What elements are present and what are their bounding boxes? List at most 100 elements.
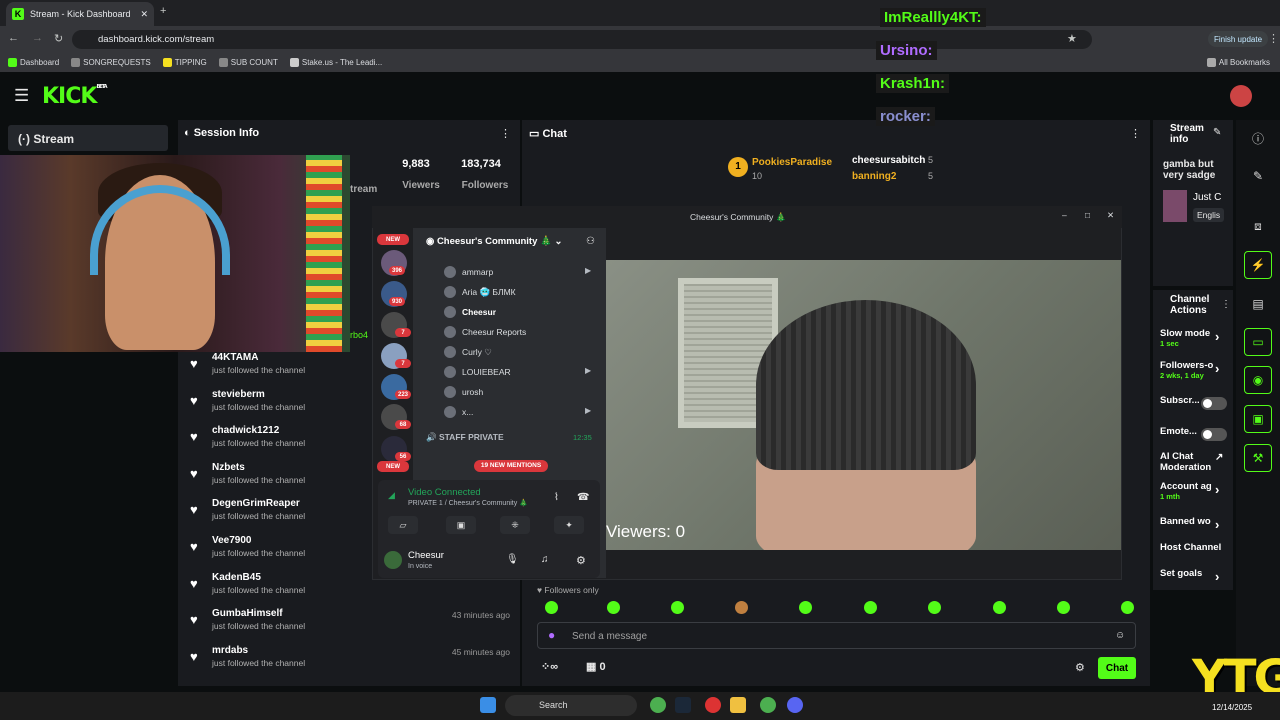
window-close-icon[interactable]: ✕	[1107, 210, 1114, 221]
voice-member[interactable]: Cheesur Reports	[444, 326, 526, 338]
emote-icon[interactable]	[993, 601, 1006, 614]
taskbar-search[interactable]: Search	[505, 695, 637, 716]
follower-name[interactable]: mrdabs	[212, 645, 248, 656]
soundboard-icon[interactable]: ✦	[554, 516, 584, 534]
chevron-right-icon[interactable]: ›	[1215, 569, 1219, 584]
follower-name[interactable]: GumbaHimself	[212, 608, 283, 619]
forward-icon[interactable]: →	[32, 32, 43, 44]
kick-logo[interactable]: KICKBETA	[42, 84, 108, 109]
leader-name-3[interactable]: banning2	[852, 171, 896, 182]
info-icon[interactable]: ⓘ	[1244, 124, 1272, 152]
broadcast-icon[interactable]: ◉	[1244, 366, 1272, 394]
bookmark-songrequests[interactable]: SONGREQUESTS	[71, 57, 151, 67]
session-menu-icon[interactable]: ⋮	[500, 127, 511, 140]
hamburger-menu-icon[interactable]: ☰	[14, 86, 29, 106]
camera-off-icon[interactable]: ▱	[388, 516, 418, 534]
headphones-icon[interactable]: ♫	[541, 554, 549, 565]
layout-icon[interactable]: ▣	[1244, 405, 1272, 433]
toggle-switch[interactable]	[1201, 428, 1227, 441]
bookmark-dashboard[interactable]: Dashboard	[8, 57, 59, 67]
lightning-icon[interactable]: ⚡	[1244, 251, 1272, 279]
actions-menu-icon[interactable]: ⋮	[1221, 299, 1231, 310]
new-tab-icon[interactable]: +	[160, 5, 166, 17]
menu-dots-icon[interactable]: ⋮	[1268, 32, 1279, 45]
discord-icon[interactable]	[787, 697, 803, 713]
user-settings-icon[interactable]: ⚙	[576, 554, 586, 567]
follower-name[interactable]: 44KTAMA	[212, 352, 258, 363]
disconnect-icon[interactable]: ☎	[577, 492, 589, 503]
all-bookmarks[interactable]: All Bookmarks	[1206, 57, 1270, 67]
pencil-icon[interactable]: ✎	[1244, 162, 1272, 190]
microphone-icon[interactable]: ●	[548, 628, 555, 642]
emote-icon[interactable]	[864, 601, 877, 614]
bookmark-star-icon[interactable]: ★	[1067, 32, 1077, 45]
voice-member[interactable]: ammarp	[444, 266, 493, 278]
emote-icon[interactable]	[1121, 601, 1134, 614]
voice-member[interactable]: urosh	[444, 386, 483, 398]
bookmark-tipping[interactable]: TIPPING	[162, 57, 207, 67]
file-explorer-icon[interactable]	[730, 697, 746, 713]
staff-private-channel[interactable]: 🔊 STAFF PRIVATE	[426, 432, 504, 443]
chrome-icon[interactable]	[650, 697, 666, 713]
voice-member[interactable]: Cheesur	[444, 306, 496, 318]
url-field[interactable]: dashboard.kick.com/stream	[72, 30, 1092, 49]
channel-action-item[interactable]: Host Channel	[1160, 542, 1230, 553]
follower-name[interactable]: Vee7900	[212, 535, 252, 546]
chat-menu-icon[interactable]: ⋮	[1130, 127, 1141, 140]
follower-name[interactable]: chadwick1212	[212, 425, 279, 436]
follower-name[interactable]: Nzbets	[212, 462, 245, 473]
emote-icon[interactable]	[735, 601, 748, 614]
chevron-right-icon[interactable]: ›	[1215, 482, 1219, 497]
emote-icon[interactable]	[799, 601, 812, 614]
voice-member[interactable]: Curly ♡	[444, 346, 492, 358]
bookmark-stake[interactable]: Stake.us - The Leadi...	[289, 57, 382, 67]
leader-name-2[interactable]: cheesursabitch	[852, 155, 925, 166]
voice-member[interactable]: LOUIEBEAR	[444, 366, 511, 378]
close-tab-icon[interactable]: ✕	[140, 9, 148, 20]
channel-action-item[interactable]: Banned wo	[1160, 516, 1230, 527]
minimize-icon[interactable]: –	[1062, 210, 1067, 220]
windows-start-icon[interactable]	[480, 697, 496, 713]
chat-settings-icon[interactable]: ⚙	[1075, 661, 1085, 674]
store-icon[interactable]: ▦ 0	[586, 660, 606, 673]
channel-action-item[interactable]: Account ag 1 mth	[1160, 481, 1230, 501]
new-mentions-badge[interactable]: 19 NEW MENTIONS	[474, 460, 548, 472]
emote-icon[interactable]	[607, 601, 620, 614]
follower-name[interactable]: DegenGrimReaper	[212, 498, 300, 509]
activities-icon[interactable]: ⁜	[500, 516, 530, 534]
screen-share-icon[interactable]: ▣	[446, 516, 476, 534]
chat-message-input[interactable]: Send a message	[537, 622, 1136, 649]
follower-name[interactable]: KadenB45	[212, 572, 261, 583]
emote-icon[interactable]	[928, 601, 941, 614]
leader-name-1[interactable]: PookiesParadise	[752, 157, 832, 168]
chevron-right-icon[interactable]: ›	[1215, 517, 1219, 532]
chat-bubble-icon[interactable]: ▭	[1244, 328, 1272, 356]
users-icon[interactable]: ⁘∞	[541, 660, 558, 673]
screenshot-icon[interactable]: ⧈	[1244, 212, 1272, 240]
user-avatar[interactable]	[384, 551, 402, 569]
voice-channel-path[interactable]: PRIVATE 1 / Cheesur's Community 🎄	[408, 499, 528, 507]
channel-action-item[interactable]: Set goals	[1160, 568, 1230, 579]
chevron-right-icon[interactable]: ›	[1215, 329, 1219, 344]
wrench-icon[interactable]: ⚒	[1244, 444, 1272, 472]
maximize-icon[interactable]: □	[1085, 210, 1090, 220]
steam-icon[interactable]	[675, 697, 691, 713]
edit-icon[interactable]: ✎	[1213, 127, 1221, 138]
toggle-switch[interactable]	[1201, 397, 1227, 410]
document-icon[interactable]: ▤	[1244, 290, 1272, 318]
finish-update-button[interactable]: Finish update	[1208, 31, 1268, 47]
browser-tab[interactable]: K Stream - Kick Dashboard ✕	[6, 2, 154, 26]
nav-stream[interactable]: (·) Stream	[8, 125, 168, 151]
microphone-icon[interactable]: 🎙	[506, 554, 519, 565]
noise-suppression-icon[interactable]: ⌇	[554, 492, 559, 503]
chrome-alt-icon[interactable]	[760, 697, 776, 713]
emote-icon[interactable]	[545, 601, 558, 614]
emote-icon[interactable]	[1057, 601, 1070, 614]
invite-icon[interactable]: ⚇	[586, 236, 595, 247]
voice-member[interactable]: Aria 🥶 БЛМК	[444, 286, 516, 298]
server-name[interactable]: ◉ Cheesur's Community 🎄 ⌄	[426, 236, 562, 247]
avatar[interactable]	[1230, 85, 1252, 107]
back-icon[interactable]: ←	[8, 32, 19, 44]
channel-action-item[interactable]: Slow mode 1 sec	[1160, 328, 1230, 348]
emoji-icon[interactable]: ☺	[1115, 630, 1125, 641]
